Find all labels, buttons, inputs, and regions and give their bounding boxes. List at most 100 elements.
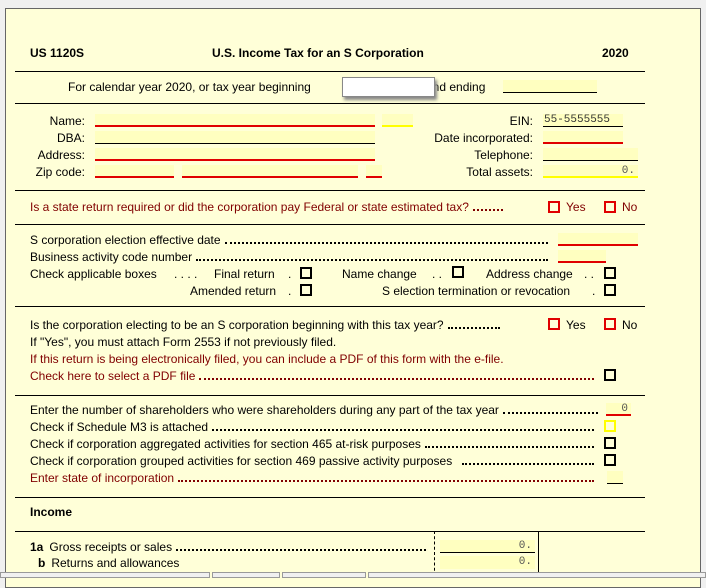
column-divider (538, 531, 539, 576)
pdf-label: Check here to select a PDF file (30, 369, 196, 383)
income-line-1a: 1a Gross receipts or sales (30, 540, 430, 554)
leader-dots: . . (432, 267, 443, 281)
total-assets-label: Total assets: (466, 165, 533, 179)
state-return-question: Is a state return required or did the co… (30, 200, 469, 214)
shareholders-count-input[interactable]: 0 (606, 403, 631, 416)
s-election-termination-checkbox[interactable] (604, 284, 616, 296)
state-return-no-label: No (622, 200, 638, 214)
state-incorporation-label: Enter state of incorporation (30, 471, 175, 485)
returns-allowances-input[interactable]: 0. (440, 556, 535, 569)
final-return-label: Final return (214, 267, 275, 281)
form-2553-note: If "Yes", you must attach Form 2553 if n… (30, 335, 337, 349)
divider (15, 103, 645, 104)
state-return-no-checkbox[interactable] (604, 201, 616, 213)
dba-input[interactable] (95, 131, 375, 144)
state-input[interactable] (366, 165, 382, 178)
check-boxes-label: Check applicable boxes (30, 267, 157, 281)
tax-year-beginning-input[interactable] (342, 77, 435, 97)
divider (15, 395, 645, 396)
gross-receipts-input[interactable]: 0. (440, 540, 535, 553)
address-label: Address: (37, 148, 85, 162)
shareholders-label: Enter the number of shareholders who wer… (30, 403, 499, 417)
electing-yes-label: Yes (566, 318, 586, 332)
m3-label: Check if Schedule M3 is attached (30, 420, 209, 434)
address-input[interactable] (95, 148, 375, 161)
election-date-input[interactable] (558, 233, 638, 246)
status-bar-segment (368, 572, 706, 578)
divider (15, 531, 645, 532)
final-return-checkbox[interactable] (300, 267, 312, 279)
sec465-row: Check if corporation aggregated activiti… (30, 437, 598, 451)
status-bar-segment (282, 572, 366, 578)
state-return-row: Is a state return required or did the co… (30, 200, 542, 214)
election-date-row: S corporation election effective date (30, 233, 552, 247)
telephone-label: Telephone: (474, 148, 533, 162)
tax-year-ending-input[interactable] (503, 80, 597, 93)
electing-question: Is the corporation electing to be an S c… (30, 318, 444, 332)
telephone-input[interactable] (543, 148, 638, 161)
income-heading: Income (30, 505, 73, 519)
m3-row: Check if Schedule M3 is attached (30, 420, 598, 434)
m3-checkbox[interactable] (604, 420, 616, 432)
business-code-row: Business activity code number (30, 250, 552, 264)
zip-input[interactable] (95, 165, 174, 178)
address-change-label: Address change (486, 267, 573, 281)
date-incorporated-label: Date incorporated: (434, 131, 533, 145)
name-change-checkbox[interactable] (452, 266, 464, 278)
leader-dots: . . (584, 267, 595, 281)
pdf-row: Check here to select a PDF file (30, 369, 598, 383)
name-change-label: Name change (342, 267, 417, 281)
line-label: Gross receipts or sales (49, 540, 173, 554)
name-label: Name: (49, 114, 85, 128)
city-input[interactable] (182, 165, 358, 178)
total-assets-input[interactable]: 0. (543, 165, 638, 178)
sec469-row: Check if corporation grouped activities … (30, 454, 598, 468)
dba-label: DBA: (56, 131, 85, 145)
date-incorporated-input[interactable] (543, 131, 623, 144)
sec469-label: Check if corporation grouped activities … (30, 454, 453, 468)
ein-label: EIN: (509, 114, 533, 128)
state-incorporation-row: Enter state of incorporation (30, 471, 598, 485)
electing-yes-checkbox[interactable] (548, 318, 560, 330)
tax-year-label: For calendar year 2020, or tax year begi… (68, 80, 311, 94)
ein-input[interactable]: 55-5555555 (543, 114, 623, 127)
amended-return-label: Amended return (190, 284, 277, 298)
sec465-checkbox[interactable] (604, 437, 616, 449)
state-return-yes-label: Yes (566, 200, 586, 214)
sec469-checkbox[interactable] (604, 454, 616, 466)
leader-dots: . (592, 284, 596, 298)
leader-dots: . (288, 267, 292, 281)
form-year: 2020 (602, 46, 629, 60)
electing-row: Is the corporation electing to be an S c… (30, 318, 542, 332)
divider (15, 306, 645, 307)
state-return-yes-checkbox[interactable] (548, 201, 560, 213)
shareholders-row: Enter the number of shareholders who wer… (30, 403, 602, 417)
name-input[interactable] (95, 114, 375, 127)
state-incorporation-input[interactable] (607, 471, 623, 484)
election-date-label: S corporation election effective date (30, 233, 221, 247)
divider (15, 497, 645, 498)
form-id: US 1120S (30, 46, 85, 60)
divider (15, 190, 645, 191)
divider (15, 71, 645, 72)
electing-no-label: No (622, 318, 638, 332)
business-code-label: Business activity code number (30, 250, 193, 264)
status-bar-segment (0, 572, 210, 578)
sec465-label: Check if corporation aggregated activiti… (30, 437, 421, 451)
leader-dots: . . . . (174, 267, 198, 281)
efile-note: If this return is being electronically f… (30, 352, 504, 366)
s-election-termination-label: S election termination or revocation (382, 284, 571, 298)
amended-return-checkbox[interactable] (300, 284, 312, 296)
line-number: 1a (30, 540, 44, 554)
address-change-checkbox[interactable] (604, 267, 616, 279)
line-number: b (38, 556, 46, 570)
business-code-input[interactable] (558, 250, 606, 263)
form-title: U.S. Income Tax for an S Corporation (212, 46, 424, 60)
zip-label: Zip code: (35, 165, 85, 179)
column-divider (434, 531, 435, 576)
line-label: Returns and allowances (51, 556, 180, 570)
pdf-checkbox[interactable] (604, 369, 616, 381)
divider (15, 224, 645, 225)
income-line-1b: b Returns and allowances (38, 556, 430, 570)
electing-no-checkbox[interactable] (604, 318, 616, 330)
